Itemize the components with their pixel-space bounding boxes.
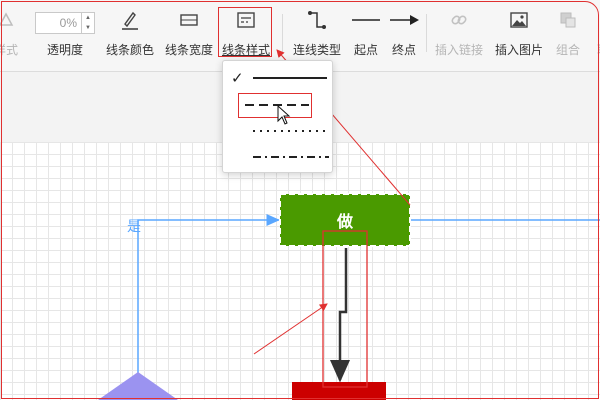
- line-style-option-dash-dot[interactable]: [223, 145, 334, 171]
- line-style-option-solid[interactable]: ✓: [223, 65, 334, 91]
- process-node-label: 做: [336, 214, 353, 231]
- yes-connector-line[interactable]: [137, 214, 280, 378]
- line-style-dropdown: ✓: [222, 60, 333, 173]
- annotation-arrow-to-line: [253, 303, 328, 355]
- decision-node[interactable]: [98, 372, 178, 400]
- annotation-box-dashed-option: [238, 93, 312, 118]
- down-connector-line[interactable]: [330, 248, 350, 383]
- mouse-cursor-icon: [277, 105, 291, 125]
- yes-branch-label: 是: [127, 218, 141, 234]
- terminal-node[interactable]: [292, 382, 386, 400]
